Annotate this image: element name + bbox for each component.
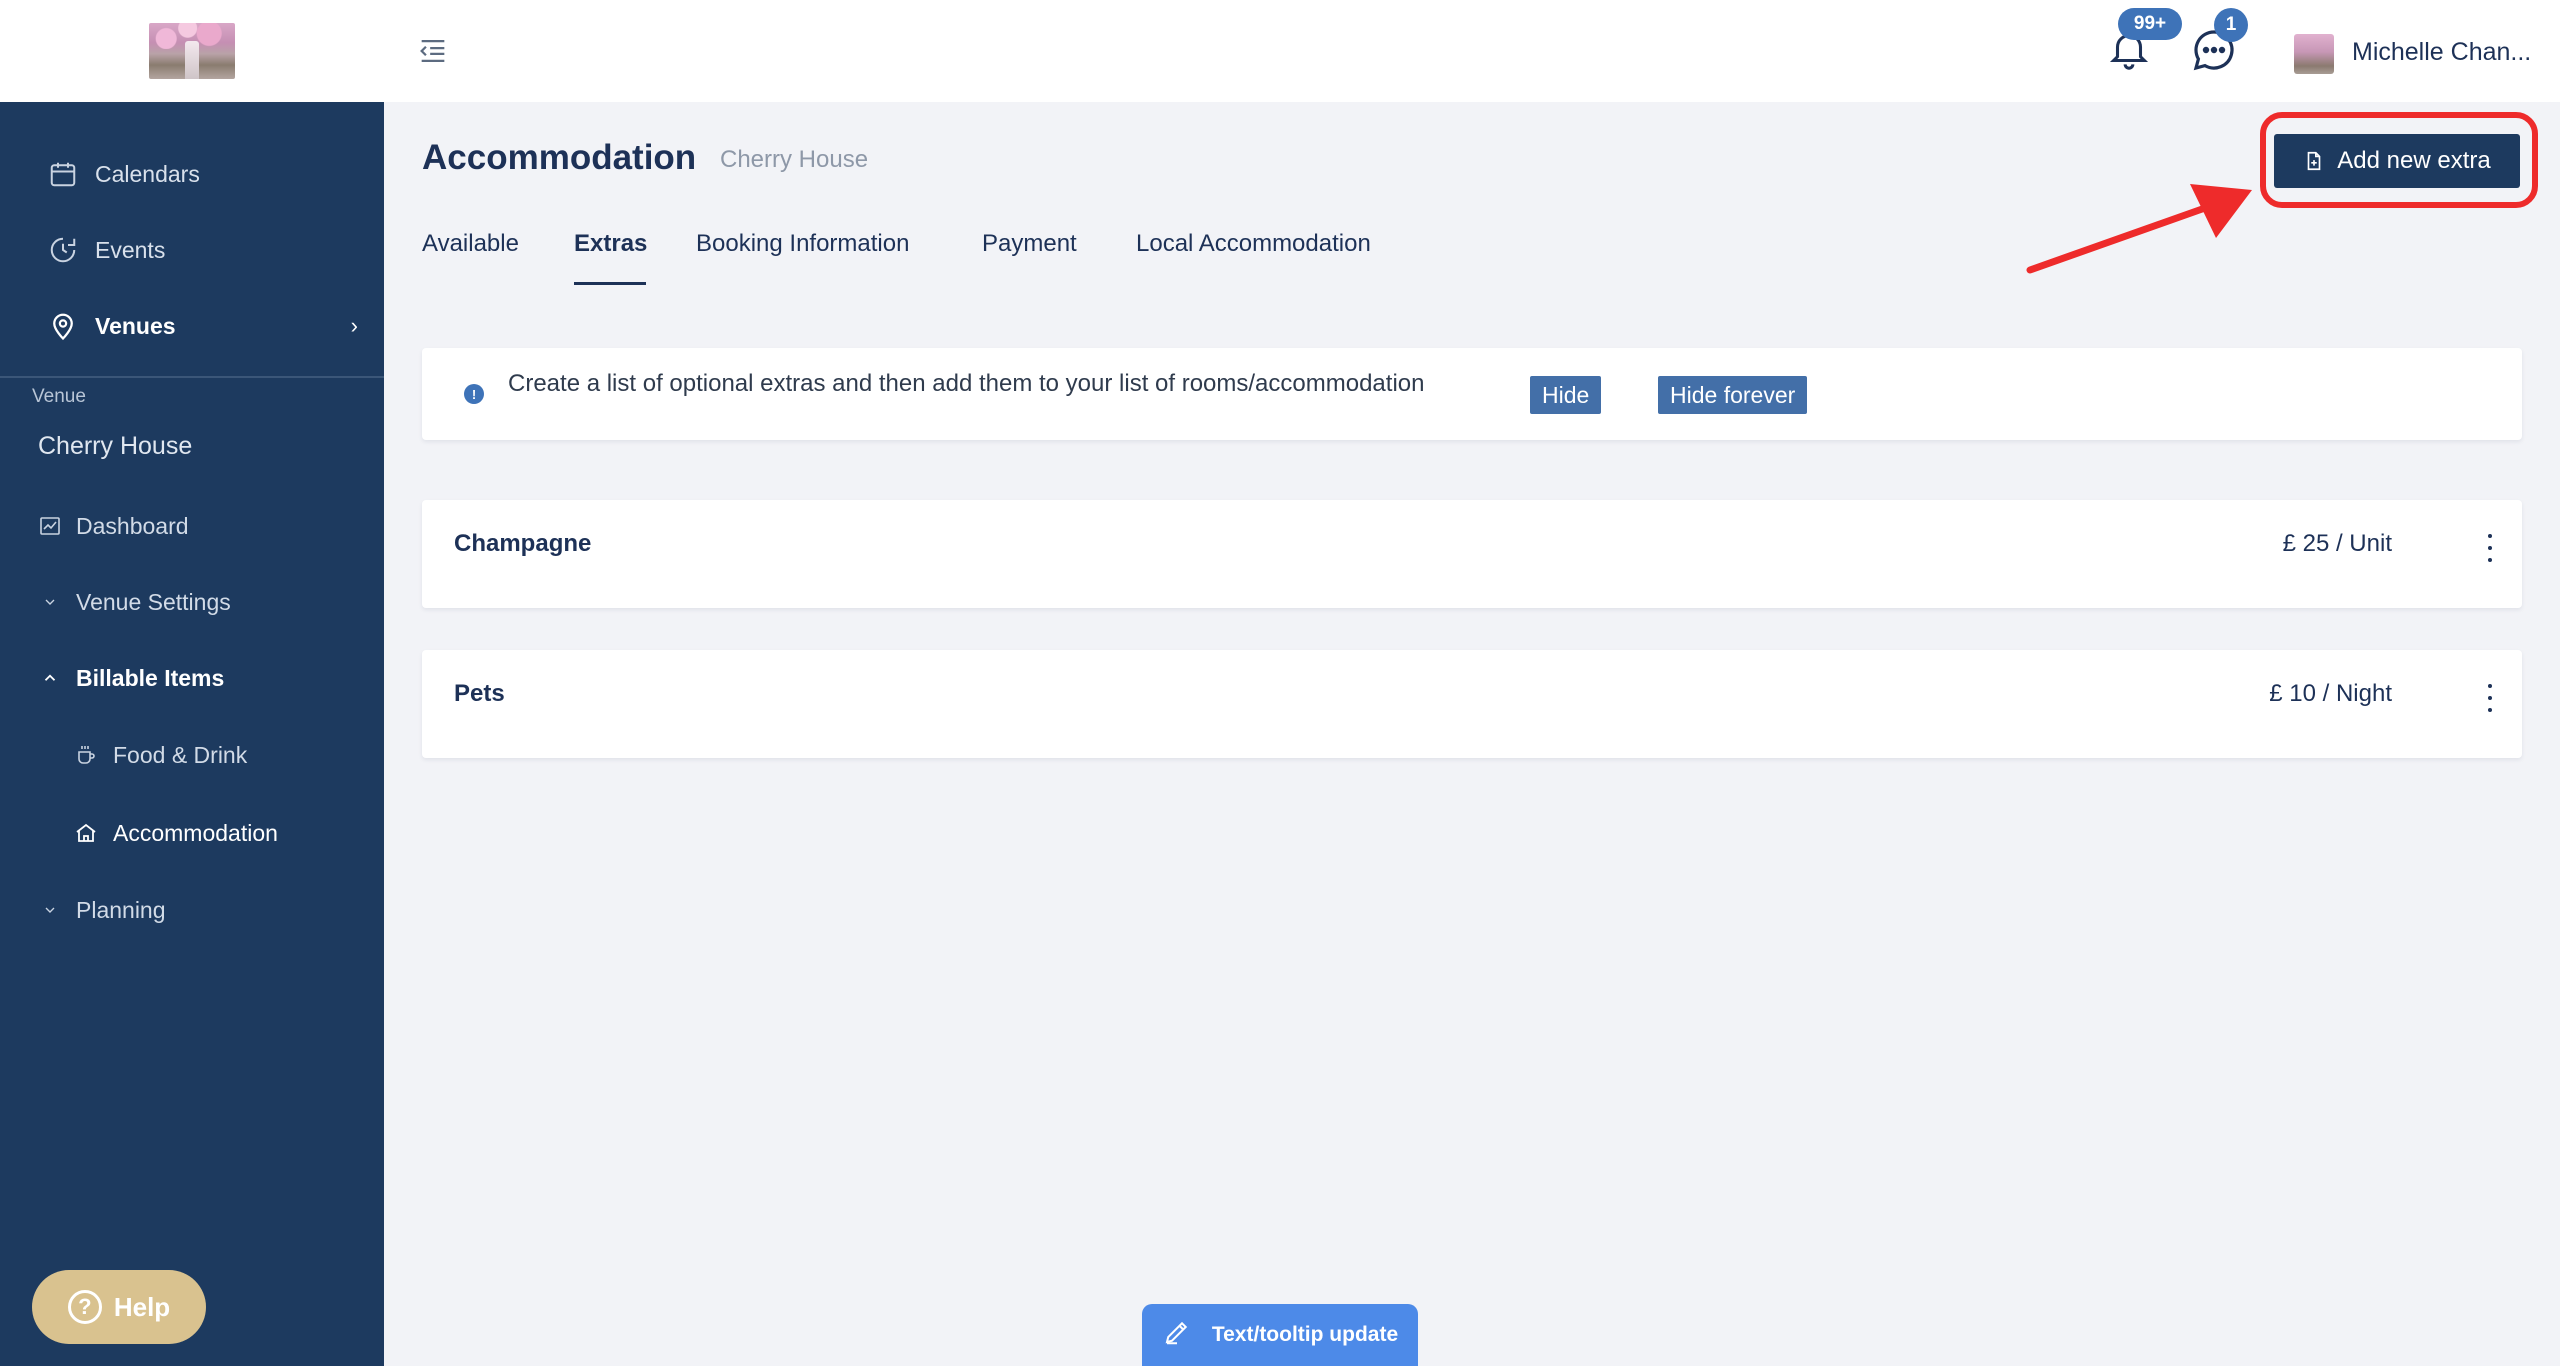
nav-item-label: Calendars [95,160,200,187]
sidebar-item-label: Venue Settings [76,588,231,615]
chart-icon [36,512,64,540]
sidebar-item-venue-settings[interactable]: Venue Settings [0,574,384,630]
messages-badge: 1 [2214,8,2248,42]
active-tab-indicator [574,282,646,285]
page-title: Accommodation [422,138,697,177]
user-name[interactable]: Michelle Chan... [2352,38,2532,67]
extra-price: £ 25 / Unit [2282,530,2392,557]
tab-local-accommodation[interactable]: Local Accommodation [1136,230,1371,258]
sidebar-item-label: Food & Drink [113,741,248,768]
venue-caption: Venue [32,386,86,407]
nav-item-calendars[interactable]: Calendars [0,146,384,202]
page-subtitle: Cherry House [720,146,869,173]
chevron-up-icon [36,664,64,692]
extra-name: Champagne [454,530,592,557]
extra-row[interactable]: Pets £ 10 / Night [422,650,2522,758]
extra-price: £ 10 / Night [2269,680,2392,707]
chevron-right-icon: › [350,313,358,338]
tab-booking-information[interactable]: Booking Information [696,230,909,258]
text-tooltip-update-button[interactable]: Text/tooltip update [1142,1304,1418,1366]
sidebar-item-billable-items[interactable]: Billable Items [0,650,384,706]
venue-logo-image [149,23,235,79]
collapse-sidebar-icon[interactable] [416,34,450,68]
nav-item-events[interactable]: Events [0,222,384,278]
extra-row[interactable]: Champagne £ 25 / Unit [422,500,2522,608]
sidebar-item-label: Accommodation [113,819,278,846]
sidebar-item-label: Planning [76,896,166,923]
nav-item-label: Venues [95,312,176,339]
venue-name: Cherry House [38,432,193,460]
help-label: Help [113,1291,171,1322]
sidebar-item-food-drink[interactable]: Food & Drink [0,727,384,783]
nav-item-venues[interactable]: Venues › [0,298,384,354]
home-icon [72,819,100,847]
tab-payment[interactable]: Payment [982,230,1077,258]
hide-button[interactable]: Hide [1530,376,1602,414]
tab-extras[interactable]: Extras [574,230,647,258]
hide-forever-button[interactable]: Hide forever [1658,376,1808,414]
annotation-arrow-icon [2026,184,2252,274]
sidebar-item-label: Billable Items [76,664,225,691]
highlight-annotation-box [2260,112,2538,208]
info-text: Create a list of optional extras and the… [508,370,1425,397]
logo-area[interactable] [0,0,384,102]
chevron-down-icon [36,896,64,924]
sidebar-item-accommodation[interactable]: Accommodation [0,805,384,861]
events-icon [46,233,80,267]
notifications-badge: 99+ [2118,8,2182,40]
extra-name: Pets [454,680,505,707]
nav-item-label: Events [95,236,166,263]
sidebar-item-planning[interactable]: Planning [0,882,384,938]
info-banner: ! Create a list of optional extras and t… [422,348,2522,440]
calendar-icon [46,157,80,191]
help-button[interactable]: ? Help [32,1270,206,1344]
sidebar-item-dashboard[interactable]: Dashboard [0,498,384,554]
tab-available[interactable]: Available [422,230,519,258]
sidebar: Calendars Events Venues › Venue Cherry H… [0,0,384,1366]
avatar[interactable] [2294,34,2334,74]
more-options-icon[interactable] [2484,534,2496,562]
more-options-icon[interactable] [2484,684,2496,712]
pencil-icon [1162,1317,1192,1353]
sidebar-divider [0,376,384,378]
coffee-cup-icon [72,741,100,769]
location-pin-icon [46,309,80,343]
chevron-down-icon [36,588,64,616]
question-icon: ? [67,1290,102,1324]
sidebar-item-label: Dashboard [76,512,189,539]
top-bar: 99+ 1 Michelle Chan... [384,0,2560,102]
info-icon: ! [464,384,484,404]
tooltip-update-label: Text/tooltip update [1211,1323,1399,1346]
